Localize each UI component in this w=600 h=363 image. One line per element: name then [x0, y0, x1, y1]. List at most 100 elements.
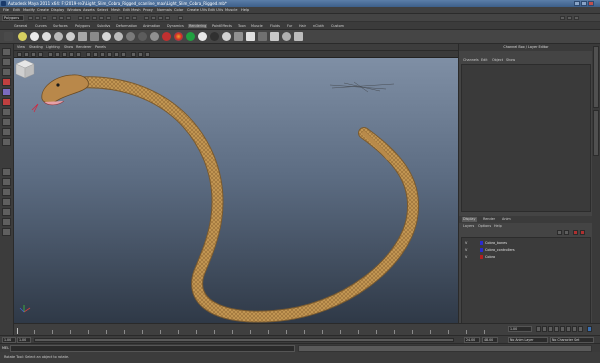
layer-row[interactable]: V Cobra [462, 254, 590, 260]
layer-row[interactable]: V Cobra_controllers [462, 247, 590, 253]
play-forward-icon[interactable] [560, 326, 565, 332]
current-time-marker[interactable] [17, 328, 18, 334]
persp-graph-hypergraph-layout-icon[interactable] [2, 218, 11, 226]
panel-menu-shading[interactable]: Shading [29, 45, 43, 50]
menu-set-selector[interactable]: Polygons [2, 15, 24, 21]
shelf-tab-ncloth[interactable]: nCloth [313, 24, 324, 28]
render-settings-icon[interactable] [158, 16, 163, 20]
camera-light-icon[interactable] [18, 32, 27, 41]
move-layer-down-icon[interactable] [564, 230, 569, 235]
ambient-light-icon[interactable] [30, 32, 39, 41]
spot-light-icon[interactable] [66, 32, 75, 41]
wireframe-icon[interactable] [86, 52, 91, 57]
toggle-tool-settings-icon[interactable] [560, 16, 565, 20]
high-quality-icon[interactable] [145, 52, 150, 57]
anisotropic-icon[interactable] [150, 32, 159, 41]
menu-color[interactable]: Color [174, 8, 183, 13]
menu-assets[interactable]: Assets [83, 8, 95, 13]
menu-proxy[interactable]: Proxy [143, 8, 153, 13]
layer-visibility-toggle[interactable]: V [465, 240, 467, 246]
move-tool-icon[interactable] [2, 78, 11, 86]
panel-menu-view[interactable]: View [17, 45, 25, 50]
bookmarks-icon[interactable] [31, 52, 36, 57]
field-chart-icon[interactable] [76, 52, 81, 57]
render-current-icon[interactable] [144, 16, 149, 20]
layered-shader-icon[interactable] [186, 32, 195, 41]
layer-visibility-toggle[interactable]: V [465, 254, 467, 260]
assign-material-icon[interactable] [258, 32, 267, 41]
lambert-icon[interactable] [114, 32, 123, 41]
mask-curves-icon[interactable] [92, 16, 97, 20]
panel-menu-show[interactable]: Show [64, 45, 73, 50]
shelf-tab-curves[interactable]: Curves [35, 24, 47, 28]
open-scene-icon[interactable] [35, 16, 40, 20]
layer-color-swatch[interactable] [480, 248, 483, 252]
move-layer-up-icon[interactable] [557, 230, 562, 235]
shelf-tab-subdivs[interactable]: Subdivs [97, 24, 110, 28]
panel-menu-renderer[interactable]: Renderer [76, 45, 91, 50]
select-camera-icon[interactable] [17, 52, 22, 57]
close-button[interactable] [588, 1, 594, 6]
xray-icon[interactable] [131, 52, 136, 57]
ramp-shader-icon[interactable] [162, 32, 171, 41]
play-backward-icon[interactable] [554, 326, 559, 332]
mask-deformers-icon[interactable] [106, 16, 111, 20]
soft-mod-tool-icon[interactable] [2, 118, 11, 126]
grid-toggle-icon[interactable] [48, 52, 53, 57]
save-scene-icon[interactable] [42, 16, 47, 20]
menu-create[interactable]: Create [37, 8, 49, 13]
step-forward-key-icon[interactable] [572, 326, 577, 332]
use-background-icon[interactable] [210, 32, 219, 41]
menu-edit[interactable]: Edit [13, 8, 20, 13]
render-layer-icon[interactable] [246, 32, 255, 41]
panel-menu-lighting[interactable]: Lighting [46, 45, 60, 50]
persp-outliner-layout-icon[interactable] [2, 188, 11, 196]
sky-icon[interactable] [282, 32, 291, 41]
blinn-icon[interactable] [102, 32, 111, 41]
command-input[interactable] [10, 345, 295, 352]
shelf-tab-toon[interactable]: Toon [238, 24, 246, 28]
viewcube[interactable] [14, 58, 36, 80]
phong-e-icon[interactable] [138, 32, 147, 41]
gate-mask-icon[interactable] [69, 52, 74, 57]
maximize-button[interactable] [581, 1, 587, 6]
channel-menu-channels[interactable]: Channels [463, 57, 479, 63]
menu-file[interactable]: File [3, 8, 9, 13]
step-forward-frame-icon[interactable] [566, 326, 571, 332]
surface-shader-icon[interactable] [198, 32, 207, 41]
attribute-editor-side-tab[interactable] [593, 110, 599, 156]
select-object-icon[interactable] [59, 16, 64, 20]
paint-select-tool-icon[interactable] [2, 68, 11, 76]
shelf-tab-animation[interactable]: Animation [143, 24, 160, 28]
go-to-start-icon[interactable] [536, 326, 541, 332]
ipr-render-icon[interactable] [151, 16, 156, 20]
menu-display[interactable]: Display [51, 8, 64, 13]
minimize-button[interactable] [574, 1, 580, 6]
snap-grid-icon[interactable] [118, 16, 123, 20]
channel-menu-object[interactable]: Object [492, 57, 503, 63]
shelf-tab-rendering[interactable]: Rendering [188, 24, 208, 28]
custom-layout-icon[interactable] [2, 228, 11, 236]
layer-tab-render[interactable]: Render [483, 217, 495, 222]
layer-tab-anim[interactable]: Anim [502, 217, 511, 222]
mask-joints-icon[interactable] [85, 16, 90, 20]
directional-light-icon[interactable] [42, 32, 51, 41]
channel-menu-edit[interactable]: Edit [481, 57, 488, 63]
lasso-tool-icon[interactable] [2, 58, 11, 66]
range-slider-bar[interactable] [34, 338, 454, 342]
layer-tab-display[interactable]: Display [462, 217, 477, 222]
shelf-tab-deformation[interactable]: Deformation [116, 24, 137, 28]
step-back-key-icon[interactable] [542, 326, 547, 332]
single-perspective-layout-icon[interactable] [2, 168, 11, 176]
smooth-shade-icon[interactable] [93, 52, 98, 57]
universal-manipulator-icon[interactable] [2, 108, 11, 116]
shelf-tab-dynamics[interactable]: Dynamics [167, 24, 184, 28]
shelf-tab-fur[interactable]: Fur [287, 24, 292, 28]
last-tool-icon[interactable] [2, 138, 11, 146]
toggle-channel-box-icon[interactable] [574, 16, 579, 20]
shelf-tab-surfaces[interactable]: Surfaces [53, 24, 68, 28]
checker-icon[interactable] [174, 32, 183, 41]
layer-row[interactable]: V Cobra_bones [462, 240, 590, 246]
menu-create-uvs[interactable]: Create UVs [187, 8, 207, 13]
animation-preferences-icon[interactable] [587, 326, 592, 332]
